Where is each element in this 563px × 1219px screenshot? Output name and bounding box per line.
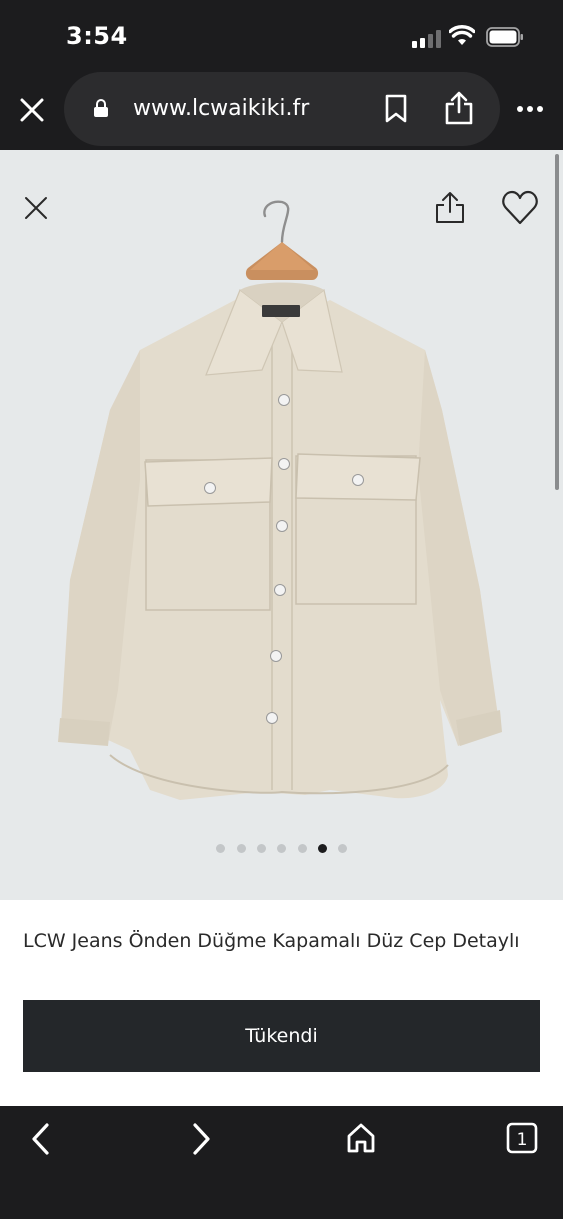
favorite-heart-icon[interactable] — [501, 190, 539, 226]
status-bar: 3:54 — [0, 0, 563, 72]
wifi-icon — [449, 25, 475, 45]
scrollbar[interactable] — [555, 154, 559, 490]
product-image — [58, 200, 502, 800]
share-icon[interactable] — [434, 190, 466, 226]
forward-arrow-icon[interactable] — [188, 1122, 214, 1156]
bookmark-icon[interactable] — [384, 94, 408, 124]
pagination-dot[interactable] — [257, 844, 266, 853]
tabs-icon[interactable]: 1 — [506, 1122, 538, 1154]
status-time: 3:54 — [66, 22, 128, 50]
close-icon[interactable] — [22, 194, 50, 222]
url-text[interactable]: www.lcwaikiki.fr — [133, 96, 309, 121]
gallery-pagination-dots — [0, 844, 563, 856]
cellular-signal-icon — [412, 28, 442, 48]
product-title: LCW Jeans Önden Düğme Kapamalı Düz Cep D… — [23, 930, 520, 952]
pagination-dot[interactable] — [237, 844, 246, 853]
tab-count: 1 — [517, 1130, 528, 1150]
pagination-dot-active[interactable] — [318, 844, 327, 853]
battery-icon — [486, 27, 523, 47]
back-arrow-icon[interactable] — [28, 1122, 54, 1156]
close-icon[interactable] — [18, 96, 46, 124]
share-icon[interactable] — [444, 90, 474, 126]
pagination-dot[interactable] — [298, 844, 307, 853]
pagination-dot[interactable] — [277, 844, 286, 853]
pagination-dot[interactable] — [216, 844, 225, 853]
product-image-gallery[interactable] — [0, 150, 563, 900]
lock-icon — [94, 99, 108, 117]
pagination-dot[interactable] — [338, 844, 347, 853]
sold-out-button[interactable]: Tükendi — [23, 1000, 540, 1072]
browser-toolbar: 1 — [0, 1106, 563, 1219]
more-options-icon[interactable] — [516, 105, 544, 113]
browser-address-row: www.lcwaikiki.fr — [0, 72, 563, 150]
product-info: LCW Jeans Önden Düğme Kapamalı Düz Cep D… — [0, 900, 563, 1106]
home-icon[interactable] — [346, 1122, 376, 1154]
